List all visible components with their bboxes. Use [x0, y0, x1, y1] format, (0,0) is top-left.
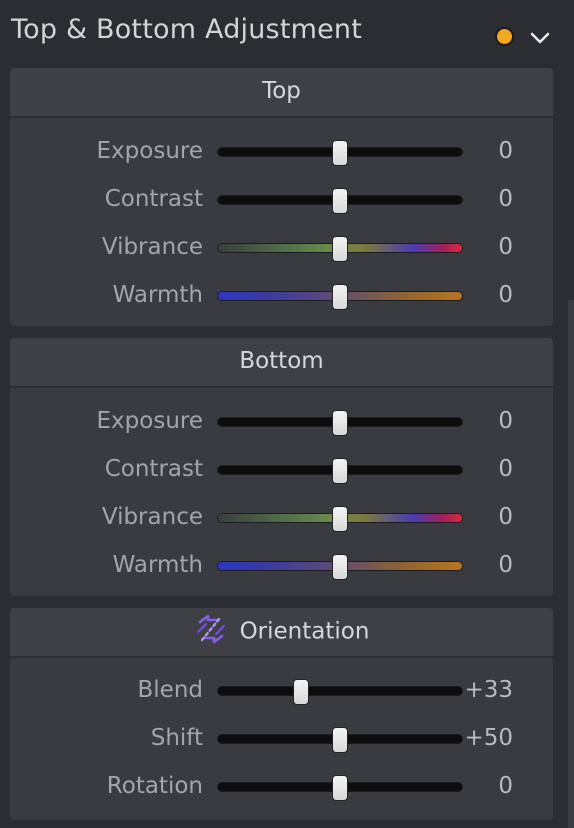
top-contrast-value: 0: [498, 186, 513, 212]
bottom-contrast-row: Contrast 0: [10, 453, 553, 489]
orientation-section-header[interactable]: Orientation: [10, 608, 553, 658]
orientation-icon: [196, 614, 225, 644]
top-section: Top Exposure 0 Contrast 0 Vibrance 0 Warmth 0: [10, 68, 553, 326]
top-warmth-row: Warmth 0: [10, 279, 553, 315]
bottom-vibrance-slider-thumb[interactable]: [332, 506, 348, 532]
top-exposure-slider-thumb[interactable]: [332, 140, 348, 166]
orientation-shift-slider-thumb[interactable]: [332, 727, 348, 753]
bottom-contrast-slider-thumb[interactable]: [332, 458, 348, 484]
bottom-section-header[interactable]: Bottom: [10, 338, 553, 388]
top-section-header[interactable]: Top: [10, 68, 553, 118]
top-vibrance-slider-thumb[interactable]: [332, 236, 348, 262]
bottom-vibrance-row: Vibrance 0: [10, 501, 553, 537]
orientation-blend-row: Blend +33: [10, 674, 553, 710]
top-contrast-label: Contrast: [104, 186, 203, 212]
bottom-warmth-slider-thumb[interactable]: [332, 554, 348, 580]
orientation-shift-label: Shift: [150, 725, 203, 751]
top-vibrance-row: Vibrance 0: [10, 231, 553, 267]
top-vibrance-value: 0: [498, 234, 513, 260]
status-dot-icon[interactable]: [497, 29, 512, 44]
orientation-blend-value: +33: [464, 677, 513, 703]
chevron-down-icon[interactable]: [528, 26, 552, 50]
bottom-contrast-label: Contrast: [104, 456, 203, 482]
top-warmth-slider-thumb[interactable]: [332, 284, 348, 310]
bottom-exposure-value: 0: [498, 408, 513, 434]
orientation-blend-label: Blend: [137, 677, 204, 703]
bottom-warmth-value: 0: [498, 552, 513, 578]
orientation-section-title: Orientation: [239, 618, 370, 645]
top-exposure-value: 0: [498, 138, 513, 164]
orientation-rotation-slider-thumb[interactable]: [332, 775, 348, 801]
bottom-section: Bottom Exposure 0 Contrast 0 Vibrance 0 Warmth…: [10, 338, 553, 596]
top-exposure-label: Exposure: [96, 138, 203, 164]
panel-title: Top & Bottom Adjustment: [11, 14, 363, 45]
orientation-blend-slider-thumb[interactable]: [292, 679, 309, 705]
bottom-section-title: Bottom: [239, 348, 324, 374]
top-vibrance-label: Vibrance: [101, 234, 203, 260]
top-warmth-value: 0: [498, 282, 513, 308]
panel-header[interactable]: Top & Bottom Adjustment: [0, 0, 574, 66]
scrollbar[interactable]: [568, 300, 574, 828]
bottom-warmth-row: Warmth 0: [10, 549, 553, 585]
top-section-title: Top: [262, 78, 301, 104]
orientation-rotation-row: Rotation 0: [10, 770, 553, 806]
orientation-rotation-label: Rotation: [106, 773, 203, 799]
top-contrast-slider-thumb[interactable]: [332, 188, 348, 214]
orientation-blend-slider[interactable]: [218, 687, 462, 695]
bottom-exposure-row: Exposure 0: [10, 405, 553, 441]
orientation-shift-row: Shift +50: [10, 722, 553, 758]
bottom-contrast-value: 0: [498, 456, 513, 482]
orientation-shift-value: +50: [464, 725, 513, 751]
bottom-exposure-slider-thumb[interactable]: [332, 410, 348, 436]
orientation-section-title-wrap: Orientation: [10, 614, 553, 646]
bottom-exposure-label: Exposure: [96, 408, 203, 434]
top-exposure-row: Exposure 0: [10, 135, 553, 171]
orientation-rotation-value: 0: [498, 773, 513, 799]
bottom-warmth-label: Warmth: [112, 552, 203, 578]
top-contrast-row: Contrast 0: [10, 183, 553, 219]
bottom-vibrance-label: Vibrance: [101, 504, 203, 530]
orientation-section: Orientation Blend +33 Shift +50 Rotation 0: [10, 608, 553, 820]
top-warmth-label: Warmth: [112, 282, 203, 308]
bottom-vibrance-value: 0: [498, 504, 513, 530]
